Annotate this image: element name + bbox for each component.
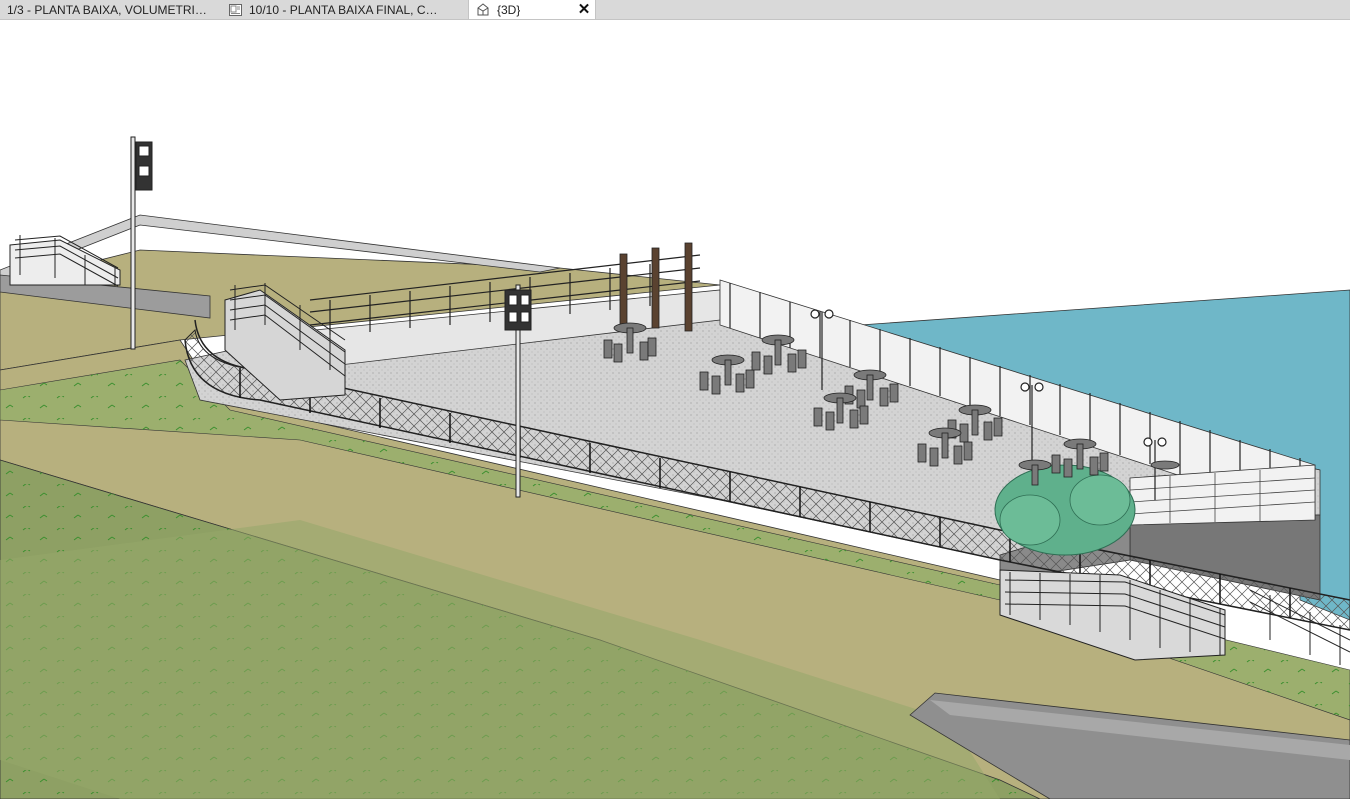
tree bbox=[994, 464, 1136, 556]
tab-label: {3D} bbox=[497, 2, 521, 17]
tab-3d-view[interactable]: {3D} ✕ bbox=[468, 0, 596, 19]
sheet-icon bbox=[228, 3, 242, 17]
tab-planta-baixa-volumetria[interactable]: 1/3 - PLANTA BAIXA, VOLUMETRIA... bbox=[0, 0, 221, 19]
3d-model-viewport[interactable] bbox=[0, 20, 1350, 799]
tab-label: 10/10 - PLANTA BAIXA FINAL, COB... bbox=[249, 2, 445, 17]
tab-planta-baixa-final[interactable]: 10/10 - PLANTA BAIXA FINAL, COB... bbox=[221, 0, 468, 19]
stairs-upper-left bbox=[9, 235, 121, 287]
close-tab-button[interactable]: ✕ bbox=[577, 1, 591, 18]
3d-view-icon bbox=[476, 3, 490, 17]
tab-label: 1/3 - PLANTA BAIXA, VOLUMETRIA... bbox=[7, 2, 207, 17]
view-tab-bar: 1/3 - PLANTA BAIXA, VOLUMETRIA... 10/10 … bbox=[0, 0, 1350, 20]
